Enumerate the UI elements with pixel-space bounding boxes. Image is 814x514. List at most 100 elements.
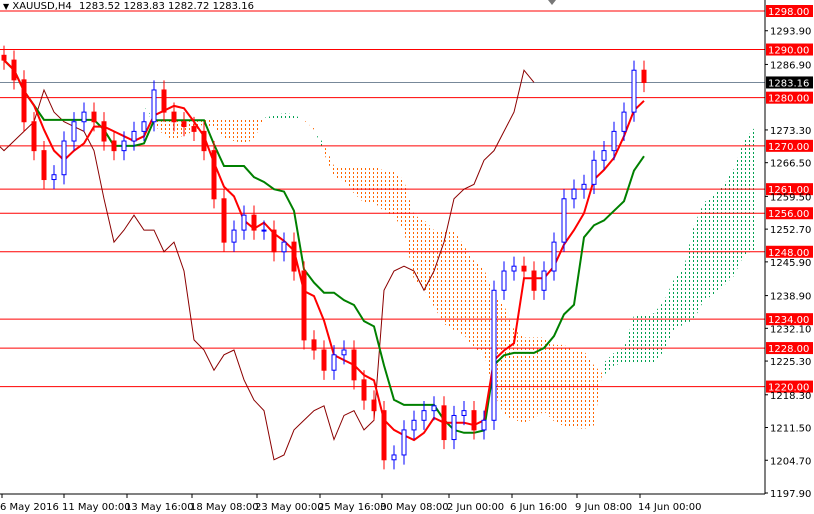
candle-body (21, 79, 27, 123)
cloud-segment (214, 119, 224, 139)
cloud-segment (334, 166, 344, 182)
candle-body (591, 159, 597, 185)
candle-body (451, 414, 457, 441)
candle-body (521, 265, 527, 272)
candle-body (401, 429, 407, 456)
cloud-segment (254, 117, 264, 140)
y-tick-label: 1286.90 (770, 60, 811, 71)
candle-body (191, 126, 197, 132)
level-label: 1290.00 (768, 46, 809, 57)
x-tick-label: 25 May 16:00 (318, 502, 387, 513)
cloud-segment (264, 115, 274, 120)
cloud-segment (514, 329, 524, 423)
candle-body (241, 214, 247, 231)
candle-body (331, 354, 337, 371)
cloud-segment (404, 180, 414, 281)
cloud-segment (284, 113, 294, 120)
level-label: 1270.00 (768, 142, 809, 153)
cloud-segment (584, 350, 594, 429)
candle-body (181, 121, 187, 128)
y-tick-label: 1197.90 (770, 489, 811, 500)
candle-body (201, 130, 207, 152)
candle-body (461, 410, 467, 416)
y-tick-label: 1225.30 (770, 357, 811, 368)
chart-header: ▼ XAUUSD,H4 1283.52 1283.83 1282.72 1283… (3, 1, 254, 12)
cloud-segment (674, 267, 684, 330)
candle-body (631, 69, 637, 113)
cloud-segment (634, 315, 644, 363)
shift-marker-icon (548, 0, 556, 5)
x-tick-label: 6 Jun 16:00 (510, 502, 567, 513)
collapse-triangle-icon[interactable]: ▼ (3, 2, 9, 11)
x-tick-label: 30 May 08:00 (380, 502, 449, 513)
cloud-segment (624, 315, 634, 363)
y-tick-label: 1218.30 (770, 391, 811, 402)
cloud-segment (664, 279, 674, 351)
candle-body (51, 174, 57, 181)
cloud-segment (734, 140, 744, 276)
cloud-segment (364, 166, 374, 203)
y-tick-label: 1273.30 (770, 126, 811, 137)
y-tick-label: 1238.90 (770, 292, 811, 303)
cloud-segment (464, 245, 474, 349)
time-axis: 6 May 2016 11 May 00:0013 May 16:0018 May… (0, 494, 702, 513)
cloud-segment (124, 69, 134, 91)
price-axis: 1298.001290.001280.001270.001261.001256.… (765, 5, 813, 500)
cloud-segment (604, 352, 614, 376)
y-tick-label: 1211.50 (770, 424, 811, 435)
candle-body (341, 349, 347, 356)
y-tick-label: 1259.50 (770, 192, 811, 203)
price-chart[interactable]: 1298.001290.001280.001270.001261.001256.… (0, 0, 814, 514)
cloud-segment (724, 168, 734, 286)
candle-body (81, 111, 87, 123)
candle-body (61, 140, 67, 176)
candle-body (471, 410, 477, 431)
level-label: 1280.00 (768, 94, 809, 105)
y-tick-label: 1293.90 (770, 27, 811, 38)
x-tick-label: 13 May 16:00 (125, 502, 194, 513)
cloud-segment (274, 113, 284, 120)
candle-body (291, 241, 297, 272)
candle-body (231, 229, 237, 243)
candle-body (1, 54, 7, 61)
candle-body (411, 419, 417, 431)
candle-body (131, 130, 137, 142)
ichimoku-cloud (114, 60, 754, 429)
candle-body (151, 89, 157, 123)
cloud-segment (554, 344, 564, 427)
candle-body (31, 121, 37, 152)
cloud-segment (304, 119, 314, 130)
candle-body (561, 198, 567, 243)
candle-body (371, 399, 377, 412)
y-tick-label: 1204.70 (770, 456, 811, 467)
candle-body (441, 405, 447, 441)
candle-body (491, 289, 497, 421)
candle-body (361, 379, 367, 401)
candle-body (581, 183, 587, 190)
x-tick-label: 14 Jun 00:00 (638, 502, 702, 513)
cloud-segment (524, 337, 534, 423)
candle-body (611, 130, 617, 152)
level-label: 1228.00 (768, 344, 809, 355)
cloud-segment (444, 230, 454, 331)
candle-body (391, 454, 397, 461)
cloud-segment (314, 128, 324, 154)
candle-body (111, 140, 117, 152)
cloud-segment (164, 119, 174, 141)
y-tick-label: 1252.70 (770, 225, 811, 236)
cloud-segment (594, 362, 604, 426)
candle-body (271, 229, 277, 253)
candle-body (501, 270, 507, 291)
candle-body (251, 214, 257, 231)
candle-body (71, 121, 77, 142)
candle-body (541, 270, 547, 291)
level-label: 1298.00 (768, 7, 809, 18)
x-tick-label: 23 May 00:00 (255, 502, 324, 513)
cloud-segment (324, 144, 334, 177)
x-tick-label: 18 May 08:00 (190, 502, 259, 513)
cloud-segment (574, 350, 584, 429)
cloud-segment (714, 184, 724, 296)
x-tick-label: 11 May 00:00 (62, 502, 131, 513)
current-price-label: 1283.16 (768, 78, 809, 89)
candle-body (171, 111, 177, 123)
